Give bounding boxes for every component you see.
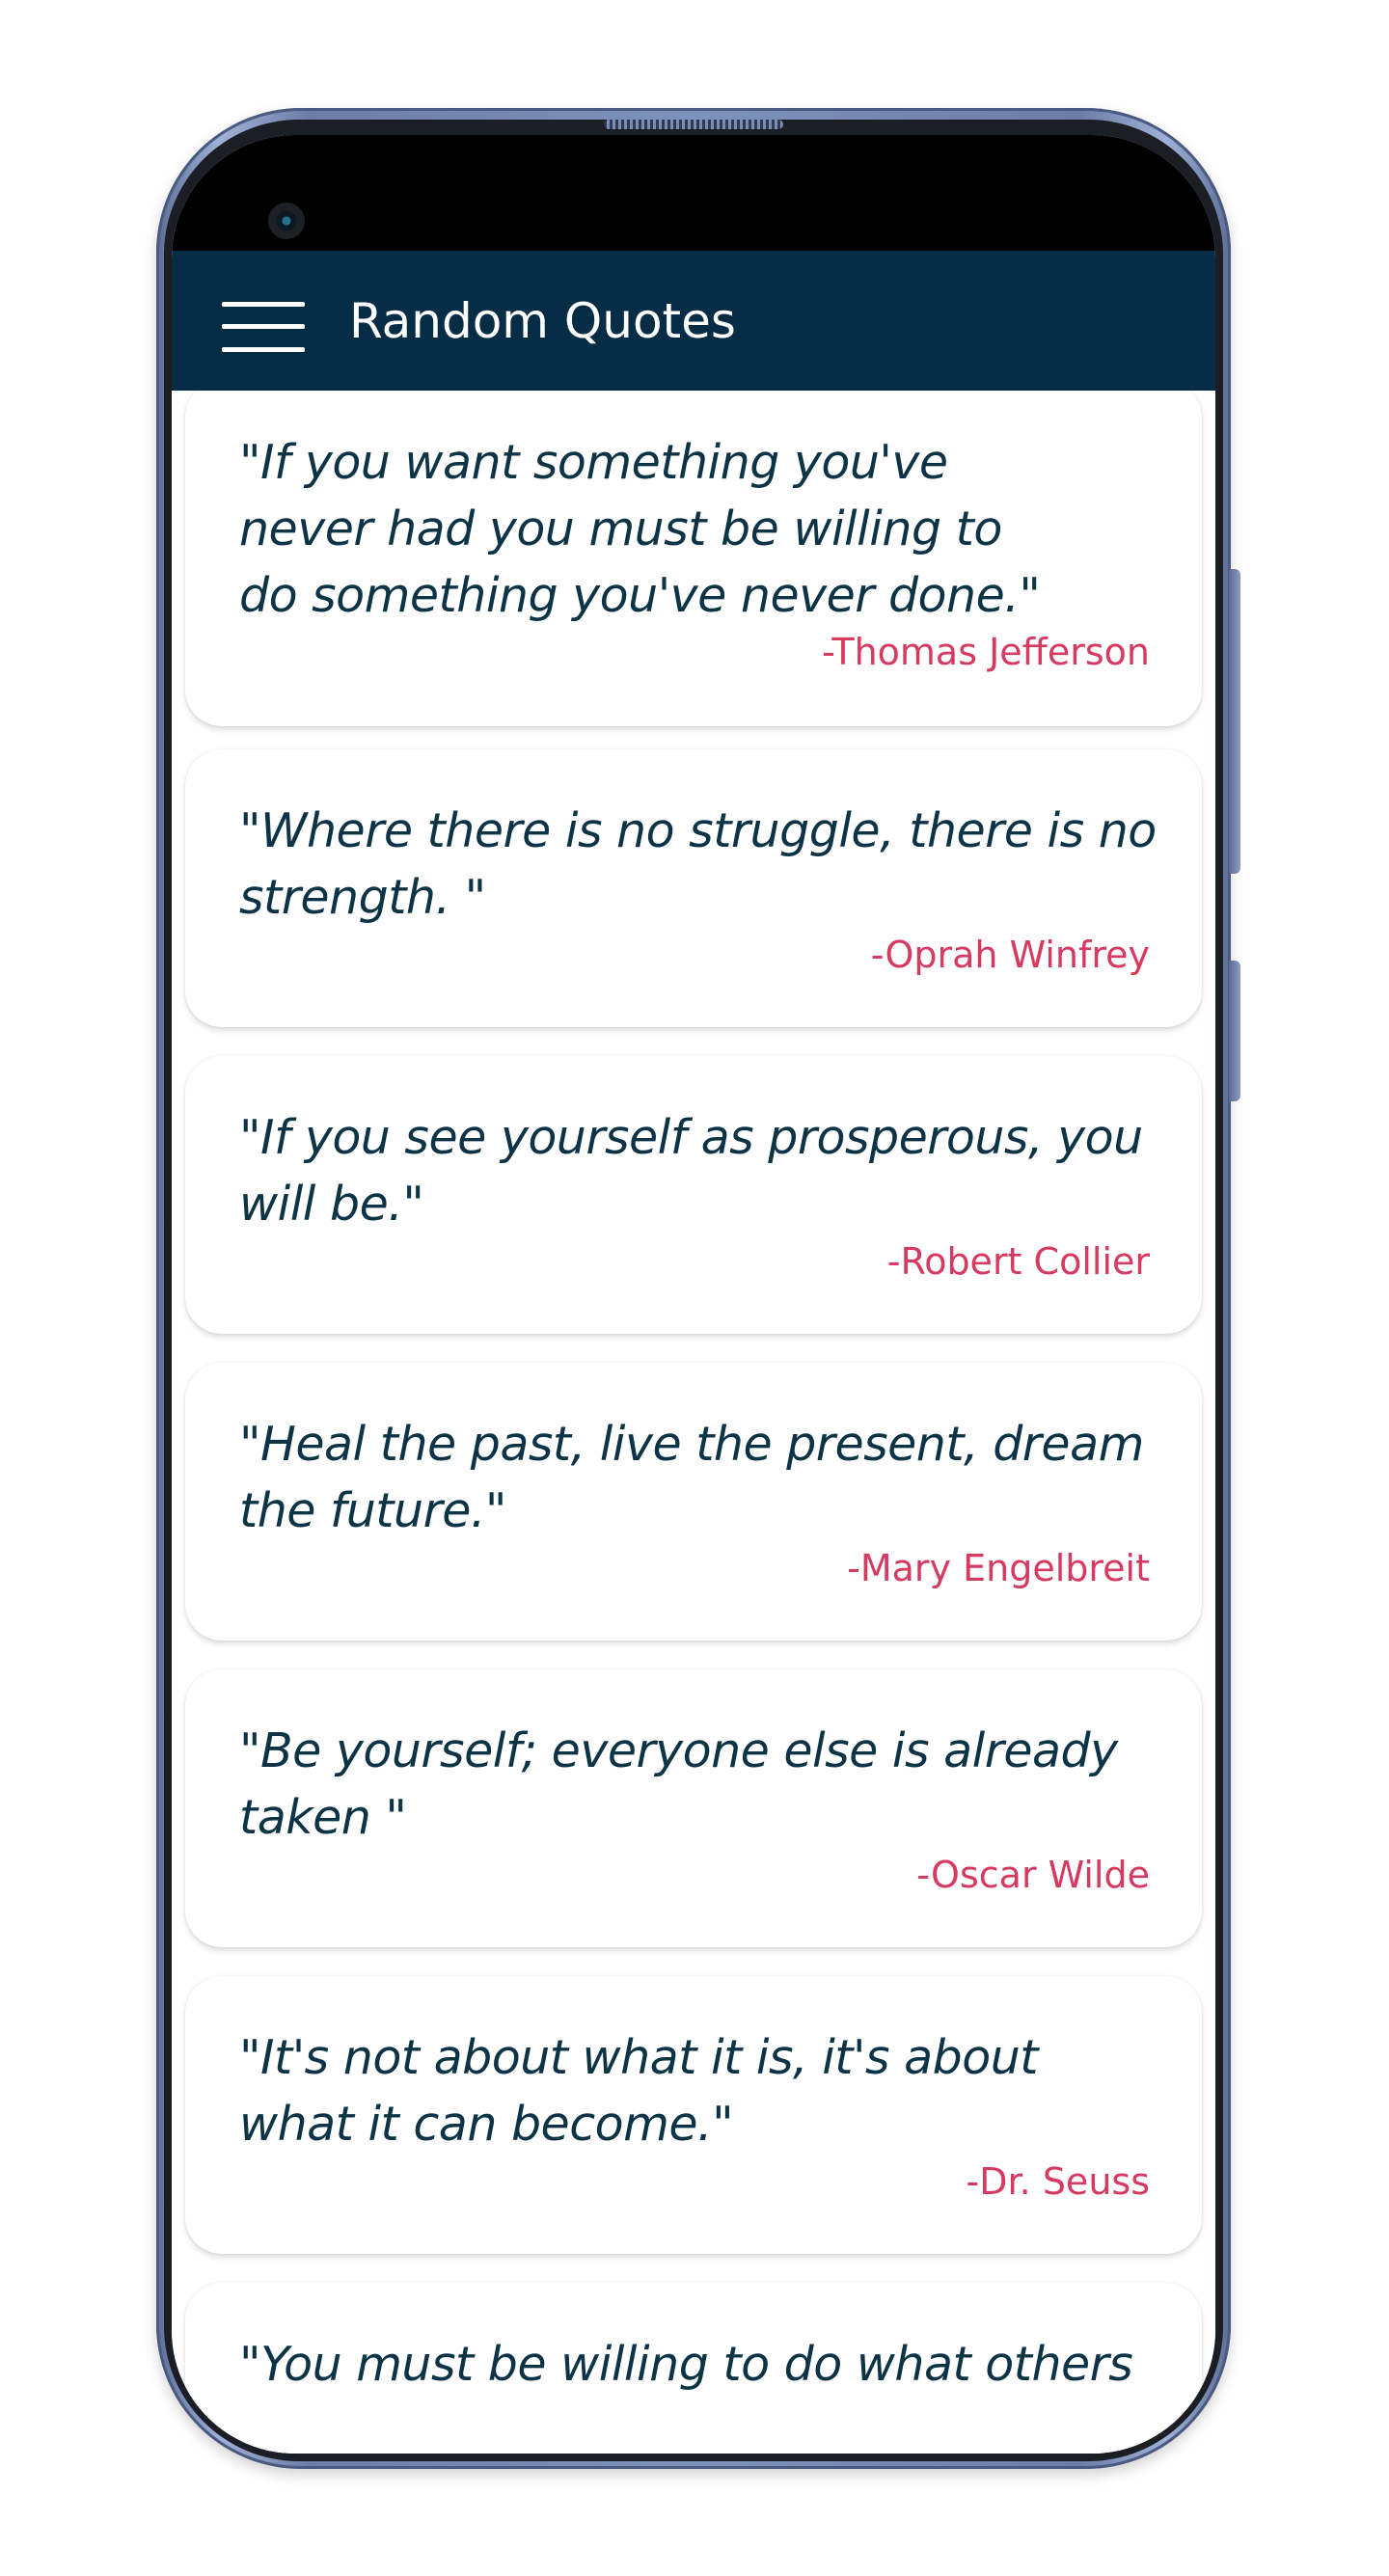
quote-text: "You must be willing to do what others (239, 2337, 1133, 2392)
quote-author: -Thomas Jefferson (822, 631, 1150, 673)
quote-card[interactable]: "You must be willing to do what others (185, 2283, 1202, 2454)
status-bar (172, 135, 1215, 251)
page: Random Quotes "If you want something you… (0, 0, 1389, 2576)
app-title: Random Quotes (349, 293, 736, 349)
quote-text: "Where there is no struggle, there is no… (239, 803, 1157, 925)
menu-button[interactable] (212, 287, 305, 355)
quote-list[interactable]: "If you want something you've never had … (172, 391, 1215, 2454)
hamburger-menu-icon (222, 302, 305, 352)
quote-text: "If you want something you've never had … (239, 435, 1041, 623)
phone-screen: Random Quotes "If you want something you… (172, 135, 1215, 2454)
quote-text: "If you see yourself as prosperous, you … (239, 1110, 1143, 1232)
quote-text: "It's not about what it is, it's about w… (239, 2030, 1038, 2152)
speaker-grille (604, 120, 783, 129)
quote-author: -Oscar Wilde (916, 1854, 1150, 1896)
quote-author: -Robert Collier (886, 1240, 1150, 1283)
front-camera-icon (268, 203, 305, 239)
quote-author: -Mary Engelbreit (847, 1547, 1150, 1589)
quote-author: -Dr. Seuss (966, 2160, 1150, 2203)
quote-text: "Heal the past, live the present, dream … (239, 1417, 1144, 1538)
quote-card[interactable]: "Where there is no struggle, there is no… (185, 749, 1202, 1027)
quote-card[interactable]: "If you see yourself as prosperous, you … (185, 1056, 1202, 1334)
volume-button (1229, 569, 1240, 874)
quote-card[interactable]: "Be yourself; everyone else is already t… (185, 1669, 1202, 1947)
quote-card[interactable]: "It's not about what it is, it's about w… (185, 1976, 1202, 2254)
app-bar: Random Quotes (172, 251, 1215, 391)
quote-author: -Oprah Winfrey (870, 934, 1150, 976)
quote-text: "Be yourself; everyone else is already t… (239, 1723, 1118, 1845)
quote-card[interactable]: "If you want something you've never had … (185, 391, 1202, 726)
power-button (1229, 961, 1240, 1101)
quote-card[interactable]: "Heal the past, live the present, dream … (185, 1363, 1202, 1641)
